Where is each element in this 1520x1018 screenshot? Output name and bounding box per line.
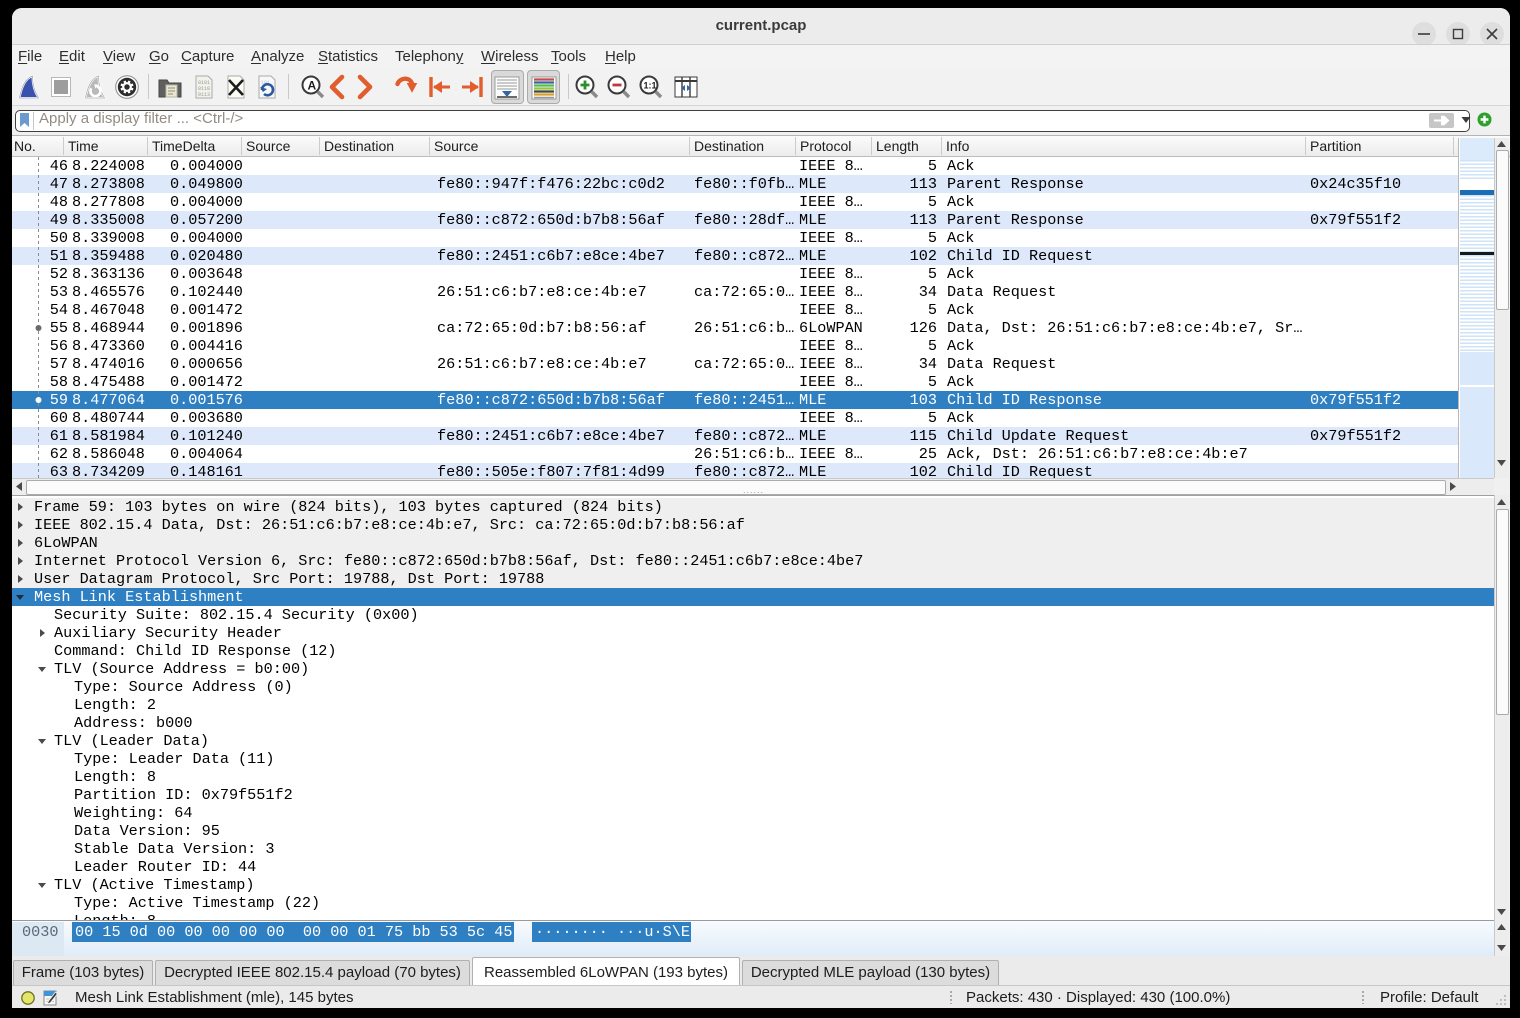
svg-text:1:1: 1:1 — [644, 81, 657, 91]
svg-text:0113: 0113 — [198, 92, 210, 98]
svg-text:A: A — [308, 79, 317, 93]
